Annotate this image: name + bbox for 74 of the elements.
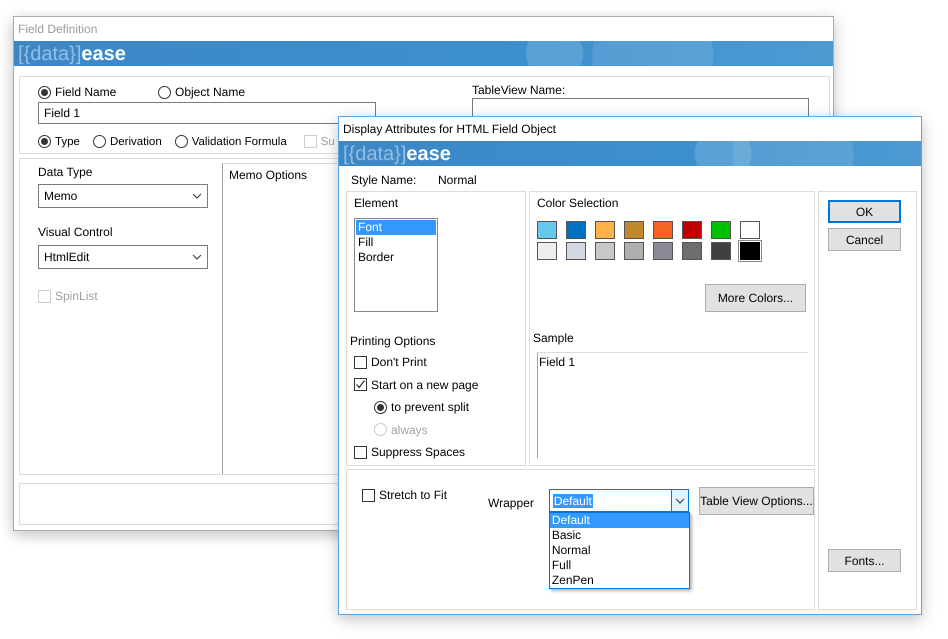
data-type-select[interactable]: Memo — [38, 184, 208, 208]
dropdown-option[interactable]: Normal — [550, 543, 689, 558]
color-swatch[interactable] — [653, 242, 673, 260]
field-name-input[interactable]: Field 1 — [38, 102, 376, 124]
color-swatch[interactable] — [738, 240, 762, 262]
color-swatch[interactable] — [653, 221, 673, 239]
dialog-button[interactable]: OK — [828, 200, 901, 223]
checkbox-label: Su — [320, 136, 335, 148]
checkbox[interactable] — [354, 446, 367, 459]
field-label: Data Type — [38, 165, 92, 179]
color-swatch[interactable] — [566, 221, 586, 239]
checkbox[interactable] — [354, 378, 367, 392]
color-swatch[interactable] — [595, 221, 615, 239]
visual-control-select[interactable]: HtmlEdit — [38, 245, 208, 269]
dropdown-option[interactable]: Basic — [550, 528, 689, 543]
chevron-down-icon — [192, 254, 202, 260]
checkbox-label: Stretch to Fit — [379, 488, 448, 502]
style-name-value: Normal — [438, 173, 477, 187]
radio-button[interactable] — [38, 86, 51, 98]
color-swatch[interactable] — [711, 242, 731, 260]
window-title: Display Attributes for HTML Field Object — [343, 122, 556, 136]
radio-button[interactable] — [92, 135, 106, 148]
color-swatch[interactable] — [711, 221, 731, 239]
checkbox-label: Suppress Spaces — [371, 445, 466, 460]
element-list[interactable]: Font Fill Border — [354, 218, 438, 312]
list-item[interactable]: Border — [356, 250, 436, 265]
dropdown-option[interactable]: Full — [550, 558, 689, 573]
panel-heading: Element — [354, 196, 400, 210]
color-swatch[interactable] — [566, 242, 586, 260]
panel-heading: Color Selection — [537, 196, 620, 210]
field-label: TableView Name: — [472, 83, 566, 97]
radio-button[interactable] — [38, 135, 51, 148]
color-swatch[interactable] — [595, 242, 615, 260]
section-heading: Sample — [533, 331, 575, 345]
list-item[interactable]: Fill — [356, 235, 436, 250]
checkbox[interactable] — [354, 356, 367, 369]
radio-button[interactable] — [158, 86, 171, 98]
radio-label: Validation Formula — [192, 136, 287, 148]
radio-button[interactable] — [374, 400, 387, 414]
radio-label: Derivation — [110, 136, 162, 148]
color-swatch[interactable] — [537, 221, 557, 239]
color-swatch[interactable] — [624, 242, 644, 260]
sample-text: Field 1 — [539, 355, 576, 369]
logo: [{data}]ease — [343, 142, 451, 166]
radio-label: Field Name — [55, 85, 116, 99]
logo: [{data}]ease — [18, 42, 126, 66]
radio-label: to prevent split — [391, 400, 470, 414]
table-view-options-button[interactable]: Table View Options... — [698, 487, 814, 515]
field-label: Visual Control — [38, 225, 112, 239]
section-heading: Printing Options — [350, 334, 436, 348]
chevron-down-icon — [192, 193, 202, 199]
radio-button[interactable] — [174, 135, 188, 148]
color-swatch[interactable] — [682, 221, 702, 239]
combo-value: Default — [552, 494, 593, 508]
checkbox[interactable] — [362, 488, 375, 502]
radio-label: Object Name — [175, 85, 246, 99]
fonts-button[interactable]: Fonts... — [828, 549, 901, 572]
panel-heading: Memo Options — [229, 168, 308, 182]
color-swatch[interactable] — [682, 242, 702, 260]
radio-label: Type — [55, 136, 80, 148]
color-swatch[interactable] — [740, 221, 760, 239]
field-label: Style Name: — [351, 173, 418, 187]
window-title: Field Definition — [18, 22, 98, 36]
dialog-button[interactable]: Cancel — [828, 228, 901, 251]
color-swatch[interactable] — [624, 221, 644, 239]
dropdown-option[interactable]: ZenPen — [550, 573, 689, 588]
radio-label: always — [391, 422, 428, 437]
color-swatch[interactable] — [537, 242, 557, 260]
checkbox-label: Don't Print — [371, 355, 427, 370]
checkbox-label: SpinList — [55, 289, 98, 303]
checkbox-label: Start on a new page — [371, 378, 478, 392]
more-colors-button[interactable]: More Colors... — [705, 284, 806, 312]
field-label: Wrapper — [488, 496, 534, 510]
chevron-down-icon — [674, 498, 685, 504]
